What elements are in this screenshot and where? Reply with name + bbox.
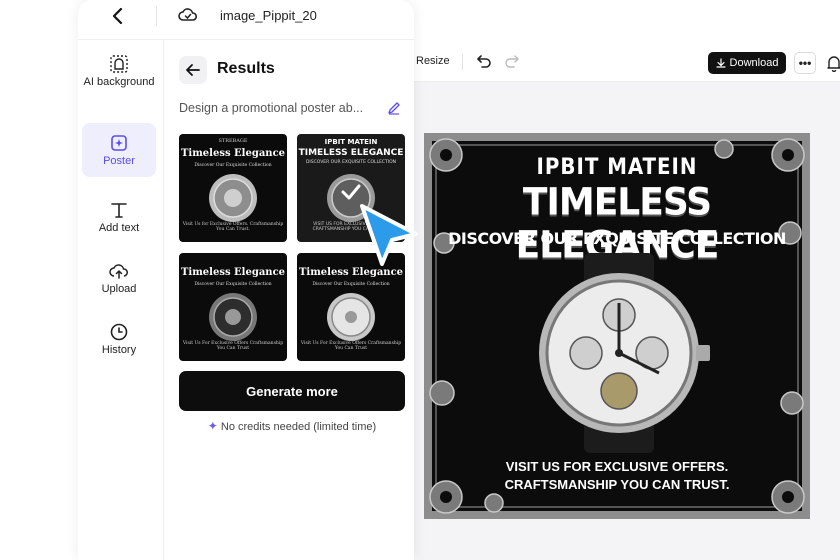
poster-brand: IPBIT MATEIN: [536, 155, 698, 180]
watch-image: [209, 293, 257, 341]
generate-more-button[interactable]: Generate more: [179, 371, 405, 411]
nav-item-add-text[interactable]: Add text: [82, 200, 156, 234]
nav-item-upload[interactable]: Upload: [82, 261, 156, 295]
resize-button[interactable]: Resize: [416, 55, 450, 67]
checkmark-icon: [341, 184, 361, 200]
results-header: Results: [179, 56, 405, 84]
panel-header: image_Pippit_20: [78, 0, 414, 40]
results-back-button[interactable]: [179, 56, 207, 84]
thumb-title: Timeless Elegance: [180, 148, 286, 159]
tool-nav: AI background Poster Add text Upload His…: [78, 40, 164, 560]
thumb-cta: Visit Us For Exclusive Offers Craftsmans…: [300, 341, 402, 351]
thumb-subtitle: DISCOVER OUR EXQUISITE COLLECTION: [305, 160, 397, 165]
result-thumbnail[interactable]: STREBAGE Timeless Elegance Discover Our …: [179, 134, 287, 242]
nav-item-ai-background[interactable]: AI background: [82, 54, 156, 88]
poster-canvas[interactable]: IPBIT MATEIN TIMELESS ELEGANCE DISCOVER …: [424, 133, 810, 519]
nav-label: Upload: [101, 283, 137, 295]
redo-icon[interactable]: [504, 53, 520, 69]
watch-image: [327, 293, 375, 341]
text-icon: [111, 203, 127, 218]
nav-label: AI background: [83, 76, 155, 88]
history-icon: [110, 323, 128, 341]
prompt-text: Design a promotional poster ab...: [179, 101, 364, 115]
nav-label: Poster: [103, 155, 135, 167]
document-name[interactable]: image_Pippit_20: [220, 8, 317, 23]
poster-cta-line2: CRAFTSMANSHIP YOU CAN TRUST.: [504, 477, 730, 492]
download-icon: [715, 58, 726, 68]
thumb-brand: STREBAGE: [218, 138, 248, 144]
thumb-subtitle: Discover Our Exquisite Collection: [194, 282, 272, 287]
thumb-subtitle: Discover Our Exquisite Collection: [312, 282, 390, 287]
header-divider: [156, 6, 157, 26]
thumb-cta: Visit Us for Exclusive Offers. Craftsman…: [182, 222, 284, 232]
ai-background-icon: [110, 55, 128, 73]
more-options-button[interactable]: •••: [794, 52, 816, 74]
nav-label: History: [101, 344, 137, 356]
watch-image: [209, 174, 257, 222]
arrow-left-icon: [186, 64, 200, 76]
poster-cta-line1: VISIT US FOR EXCLUSIVE OFFERS.: [505, 459, 729, 474]
cloud-sync-icon[interactable]: [178, 5, 198, 25]
chevron-left-icon[interactable]: [108, 6, 128, 26]
nav-item-poster[interactable]: Poster: [82, 123, 156, 177]
sparkle-icon: ✦: [207, 419, 218, 433]
thumb-title: TIMELESS ELEGANCE: [298, 148, 404, 158]
thumb-cta: Visit Us For Exclusive Offers Craftsmans…: [182, 341, 284, 351]
results-title: Results: [217, 60, 275, 77]
toolbar-divider: [462, 54, 463, 70]
bell-icon[interactable]: [826, 54, 840, 72]
watch-image: [539, 253, 710, 453]
result-thumbnail[interactable]: Timeless Elegance Discover Our Exquisite…: [179, 253, 287, 361]
upload-icon: [109, 264, 128, 279]
poster-subtitle: DISCOVER OUR EXQUISITE COLLECTION: [448, 229, 786, 248]
thumb-subtitle: Discover Our Exquisite Collection: [194, 163, 272, 168]
nav-item-history[interactable]: History: [82, 322, 156, 356]
cursor-pointer-icon: [360, 204, 418, 266]
download-label: Download: [729, 57, 779, 69]
download-button[interactable]: Download: [708, 52, 786, 74]
pencil-icon[interactable]: [387, 101, 401, 115]
thumb-brand: IPBIT MATEIN: [324, 138, 378, 146]
thumb-title: Timeless Elegance: [180, 267, 286, 278]
undo-icon[interactable]: [476, 53, 492, 69]
credits-note: ✦ No credits needed (limited time): [179, 419, 405, 433]
poster-icon: [111, 135, 127, 151]
credits-text: No credits needed (limited time): [220, 421, 377, 433]
canvas-toolbar: Resize Download •••: [400, 42, 840, 82]
nav-label: Add text: [98, 222, 140, 234]
